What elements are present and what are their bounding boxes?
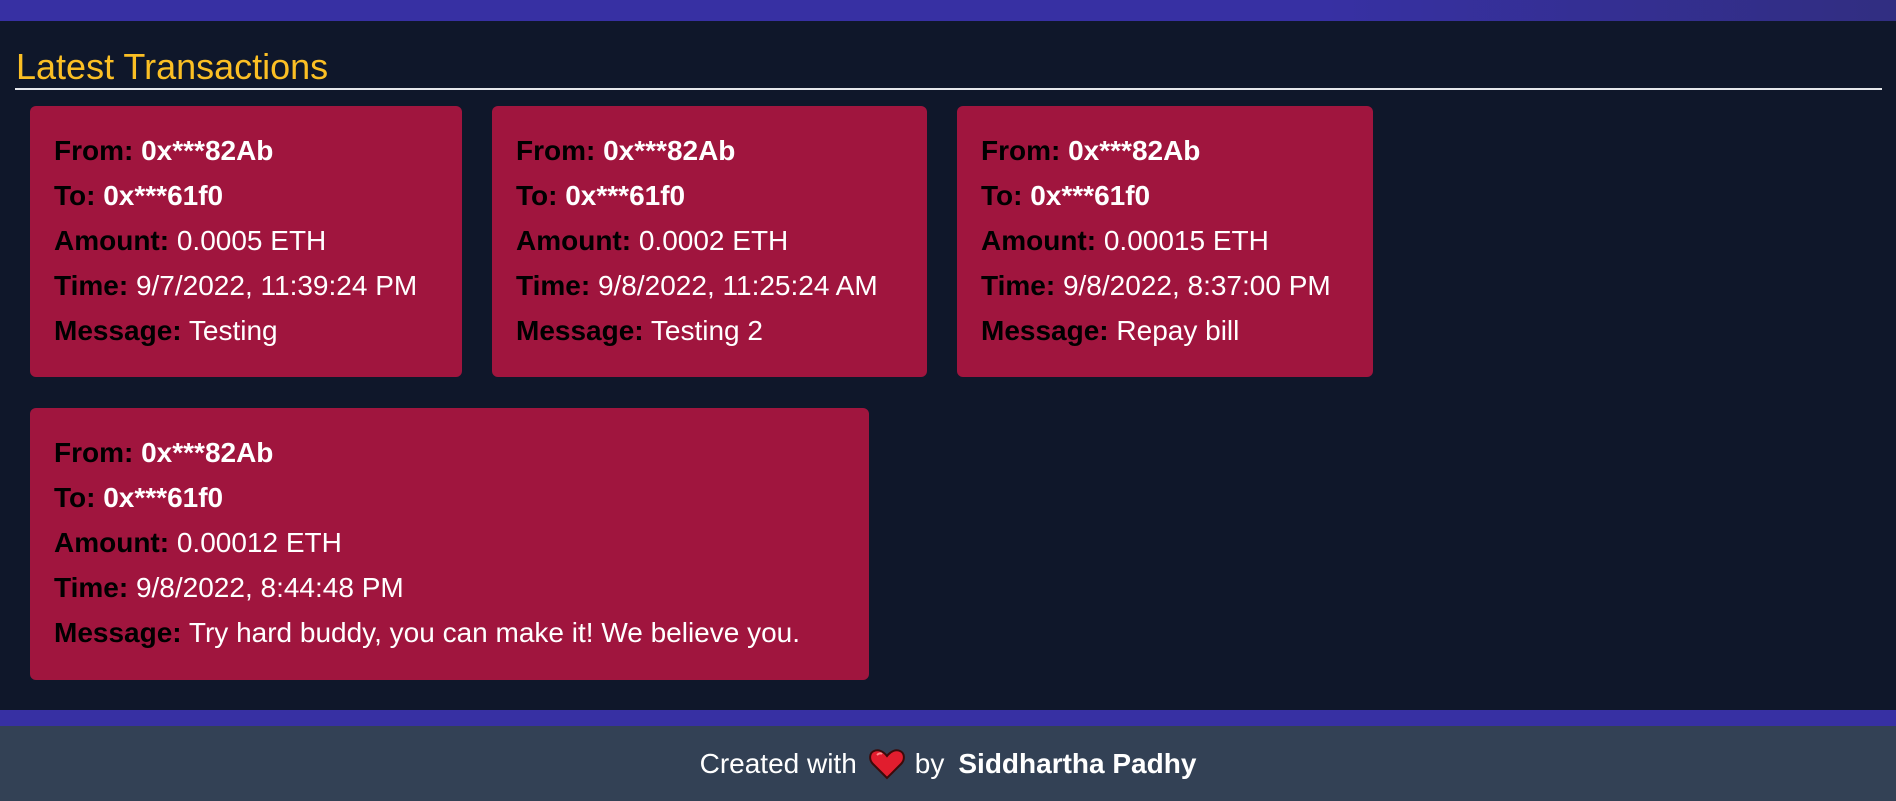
to-label: To:	[516, 180, 558, 211]
to-address: 0x***61f0	[103, 482, 224, 513]
heart-icon	[868, 748, 905, 780]
from-row: From: 0x***82Ab	[54, 128, 438, 173]
time-row: Time: 9/8/2022, 8:37:00 PM	[981, 263, 1349, 308]
amount-row: Amount: 0.00012 ETH	[54, 520, 845, 565]
amount-value: 0.0002 ETH	[638, 225, 789, 256]
from-label: From:	[981, 135, 1061, 166]
from-address: 0x***82Ab	[141, 135, 274, 166]
message-row: Message: Repay bill	[981, 308, 1349, 353]
message-value: Try hard buddy, you can make it! We beli…	[188, 617, 801, 648]
time-label: Time:	[981, 270, 1056, 301]
amount-label: Amount:	[516, 225, 632, 256]
message-label: Message:	[54, 617, 182, 648]
transaction-card: From: 0x***82Ab To: 0x***61f0 Amount: 0.…	[957, 106, 1373, 377]
from-label: From:	[54, 437, 134, 468]
to-address: 0x***61f0	[103, 180, 224, 211]
time-row: Time: 9/7/2022, 11:39:24 PM	[54, 263, 438, 308]
transaction-card: From: 0x***82Ab To: 0x***61f0 Amount: 0.…	[30, 106, 462, 377]
top-accent-bar	[0, 0, 1896, 21]
message-value: Testing	[188, 315, 278, 346]
time-value: 9/8/2022, 11:25:24 AM	[597, 270, 878, 301]
from-label: From:	[54, 135, 134, 166]
message-row: Message: Testing 2	[516, 308, 903, 353]
message-label: Message:	[981, 315, 1109, 346]
amount-row: Amount: 0.0002 ETH	[516, 218, 903, 263]
from-address: 0x***82Ab	[141, 437, 274, 468]
message-value: Repay bill	[1116, 315, 1240, 346]
amount-value: 0.00012 ETH	[176, 527, 342, 558]
message-label: Message:	[54, 315, 182, 346]
from-row: From: 0x***82Ab	[981, 128, 1349, 173]
time-label: Time:	[54, 270, 129, 301]
time-value: 9/7/2022, 11:39:24 PM	[135, 270, 418, 301]
to-row: To: 0x***61f0	[516, 173, 903, 218]
from-row: From: 0x***82Ab	[54, 430, 845, 475]
bottom-accent-bar	[0, 710, 1896, 726]
time-value: 9/8/2022, 8:44:48 PM	[135, 572, 404, 603]
footer: Created with by Siddhartha Padhy	[0, 726, 1896, 801]
section-title: Latest Transactions	[16, 46, 329, 87]
message-value: Testing 2	[650, 315, 763, 346]
time-row: Time: 9/8/2022, 11:25:24 AM	[516, 263, 903, 308]
message-row: Message: Testing	[54, 308, 438, 353]
transaction-card: From: 0x***82Ab To: 0x***61f0 Amount: 0.…	[492, 106, 927, 377]
time-row: Time: 9/8/2022, 8:44:48 PM	[54, 565, 845, 610]
to-address: 0x***61f0	[565, 180, 686, 211]
from-address: 0x***82Ab	[1068, 135, 1201, 166]
to-row: To: 0x***61f0	[981, 173, 1349, 218]
time-label: Time:	[516, 270, 591, 301]
amount-value: 0.0005 ETH	[176, 225, 327, 256]
from-row: From: 0x***82Ab	[516, 128, 903, 173]
time-label: Time:	[54, 572, 129, 603]
to-row: To: 0x***61f0	[54, 475, 845, 520]
footer-author: Siddhartha Padhy	[958, 747, 1197, 779]
message-label: Message:	[516, 315, 644, 346]
from-label: From:	[516, 135, 596, 166]
time-value: 9/8/2022, 8:37:00 PM	[1062, 270, 1331, 301]
to-label: To:	[981, 180, 1023, 211]
transaction-card: From: 0x***82Ab To: 0x***61f0 Amount: 0.…	[30, 408, 869, 680]
footer-created-with: Created with	[699, 747, 857, 779]
amount-row: Amount: 0.0005 ETH	[54, 218, 438, 263]
amount-row: Amount: 0.00015 ETH	[981, 218, 1349, 263]
transactions-section: Latest Transactions From: 0x***82Ab To: …	[0, 21, 1896, 710]
amount-value: 0.00015 ETH	[1103, 225, 1269, 256]
amount-label: Amount:	[54, 527, 170, 558]
footer-by: by	[914, 747, 945, 779]
to-label: To:	[54, 482, 96, 513]
amount-label: Amount:	[981, 225, 1097, 256]
message-row: Message: Try hard buddy, you can make it…	[54, 610, 845, 655]
to-address: 0x***61f0	[1030, 180, 1151, 211]
from-address: 0x***82Ab	[603, 135, 736, 166]
to-label: To:	[54, 180, 96, 211]
amount-label: Amount:	[54, 225, 170, 256]
to-row: To: 0x***61f0	[54, 173, 438, 218]
title-divider	[15, 88, 1882, 90]
